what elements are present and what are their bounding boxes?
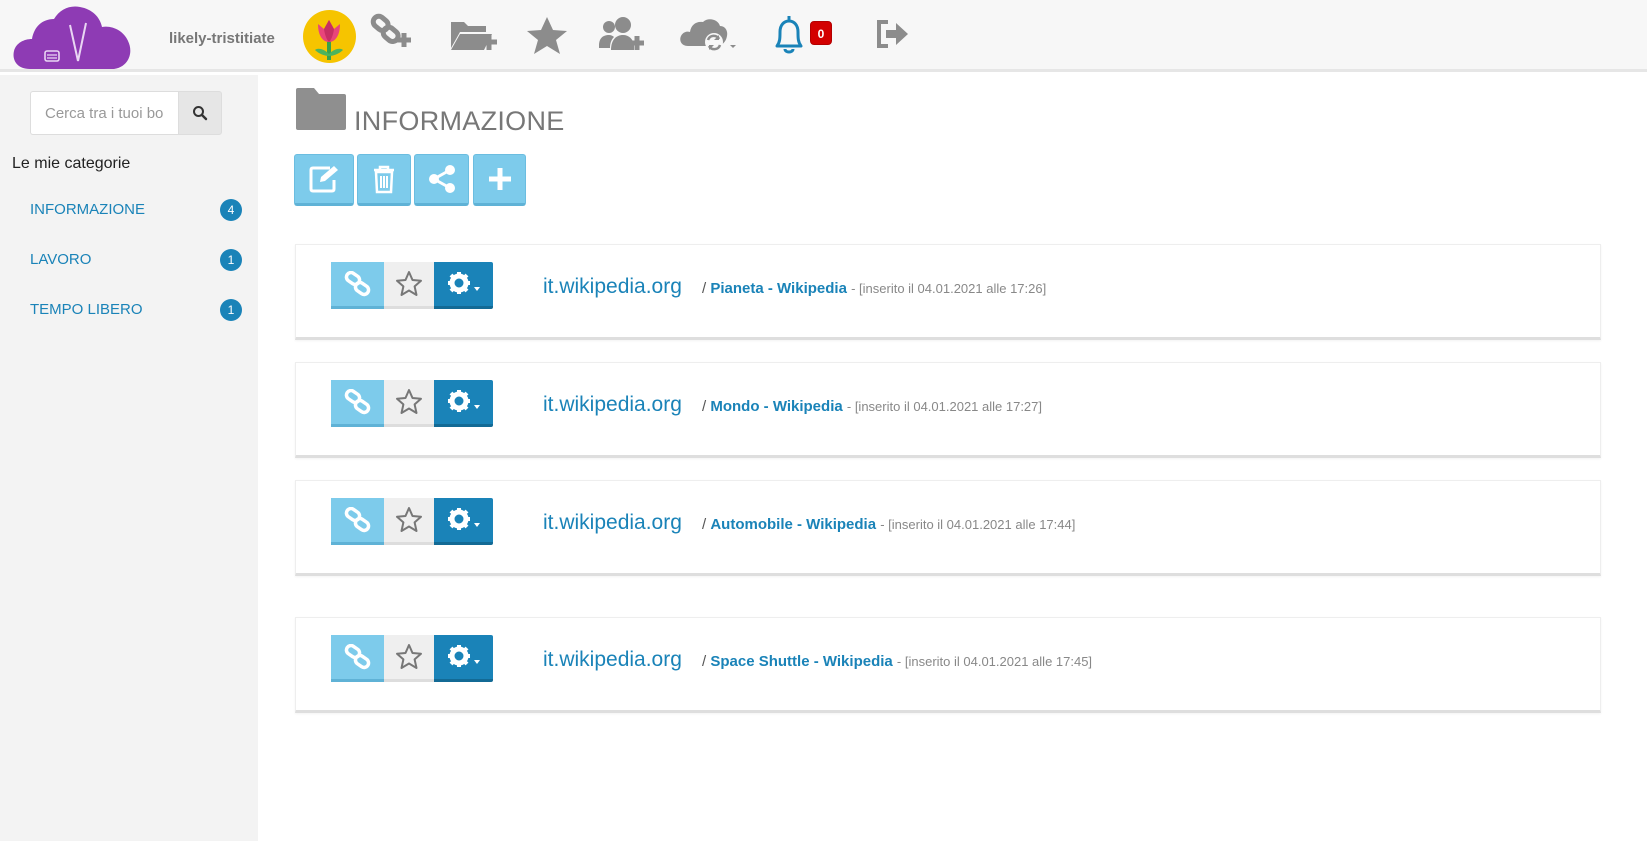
settings-dropdown-button[interactable]	[434, 262, 493, 309]
sidebar: Le mie categorie INFORMAZIONE 4 LAVORO 1…	[0, 75, 258, 841]
category-item-lavoro[interactable]: LAVORO 1	[30, 249, 242, 273]
star-outline-icon	[396, 389, 422, 414]
category-label[interactable]: TEMPO LIBERO	[30, 301, 143, 318]
bookmark-info: / Space Shuttle - Wikipedia - [inserito …	[702, 653, 1092, 670]
trash-icon	[374, 165, 394, 194]
bookmark-card: it.wikipedia.org / Pianeta - Wikipedia -…	[295, 244, 1601, 340]
bookmark-title-link[interactable]: Mondo - Wikipedia	[710, 398, 842, 415]
add-bookmark-button[interactable]	[473, 154, 526, 206]
bookmark-date: - [inserito il 04.01.2021 alle 17:45]	[896, 654, 1093, 669]
search-input[interactable]	[30, 91, 178, 135]
add-users-icon[interactable]	[597, 12, 647, 58]
category-count-badge: 1	[220, 249, 242, 271]
star-outline-icon	[396, 271, 422, 296]
bookmark-domain-link[interactable]: it.wikipedia.org	[543, 275, 682, 299]
bookmark-card: it.wikipedia.org / Mondo - Wikipedia - […	[295, 362, 1601, 458]
top-navbar: likely-tristitiate 0	[0, 0, 1647, 72]
bookmark-domain-link[interactable]: it.wikipedia.org	[543, 648, 682, 672]
open-link-button[interactable]	[331, 498, 384, 545]
bookmark-date: - [inserito il 04.01.2021 alle 17:27]	[846, 399, 1043, 414]
category-count-badge: 1	[220, 299, 242, 321]
link-icon	[344, 271, 370, 297]
bookmark-info: / Mondo - Wikipedia - [inserito il 04.01…	[702, 398, 1042, 415]
bookmark-title-link[interactable]: Automobile - Wikipedia	[710, 516, 876, 533]
edit-icon	[309, 166, 338, 193]
gear-icon	[447, 508, 480, 530]
category-count-badge: 4	[220, 199, 242, 221]
bookmark-card: it.wikipedia.org / Space Shuttle - Wikip…	[295, 617, 1601, 713]
bookmark-card: it.wikipedia.org / Automobile - Wikipedi…	[295, 480, 1601, 576]
delete-category-button[interactable]	[357, 154, 411, 206]
separator: /	[702, 280, 707, 297]
tulip-icon	[315, 20, 343, 60]
cloud-sync-icon[interactable]	[678, 12, 736, 58]
star-icon[interactable]	[522, 12, 572, 58]
link-icon	[344, 507, 370, 533]
bookmark-date: - [inserito il 04.01.2021 alle 17:44]	[880, 517, 1076, 532]
star-outline-icon	[396, 644, 422, 669]
bookmark-info: / Automobile - Wikipedia - [inserito il …	[702, 516, 1075, 533]
bookmark-date: - [inserito il 04.01.2021 alle 17:26]	[851, 281, 1047, 296]
category-label[interactable]: INFORMAZIONE	[30, 201, 145, 218]
notification-count-badge: 0	[810, 21, 832, 45]
folder-icon	[296, 88, 346, 130]
category-item-tempo-libero[interactable]: TEMPO LIBERO 1	[30, 299, 242, 323]
separator: /	[702, 398, 707, 415]
cloud-logo[interactable]	[12, 5, 134, 71]
bookmark-domain-link[interactable]: it.wikipedia.org	[543, 393, 682, 417]
share-icon	[428, 165, 455, 193]
settings-dropdown-button[interactable]	[434, 498, 493, 545]
logout-icon[interactable]	[874, 12, 914, 58]
category-item-informazione[interactable]: INFORMAZIONE 4	[30, 199, 242, 223]
favorite-button[interactable]	[384, 635, 434, 682]
settings-dropdown-button[interactable]	[434, 635, 493, 682]
link-icon	[344, 389, 370, 415]
search-button[interactable]	[178, 91, 222, 135]
search-icon	[193, 106, 208, 121]
open-link-button[interactable]	[331, 635, 384, 682]
bookmark-title-link[interactable]: Pianeta - Wikipedia	[710, 280, 847, 297]
gear-icon	[447, 272, 480, 294]
open-link-button[interactable]	[331, 262, 384, 309]
favorite-button[interactable]	[384, 380, 434, 427]
edit-category-button[interactable]	[294, 154, 354, 206]
category-label[interactable]: LAVORO	[30, 251, 91, 268]
page-title: INFORMAZIONE	[354, 106, 565, 136]
add-folder-icon[interactable]	[448, 12, 498, 58]
share-category-button[interactable]	[414, 154, 469, 206]
bookmark-info: / Pianeta - Wikipedia - [inserito il 04.…	[702, 280, 1046, 297]
gear-icon	[447, 390, 480, 412]
open-link-button[interactable]	[331, 380, 384, 427]
username[interactable]: likely-tristitiate	[169, 30, 275, 47]
user-avatar[interactable]	[303, 10, 356, 63]
bell-icon[interactable]	[769, 12, 809, 58]
separator: /	[702, 516, 707, 533]
plus-icon	[488, 168, 511, 190]
favorite-button[interactable]	[384, 262, 434, 309]
favorite-button[interactable]	[384, 498, 434, 545]
separator: /	[702, 653, 707, 670]
categories-heading: Le mie categorie	[12, 155, 131, 172]
bookmark-domain-link[interactable]: it.wikipedia.org	[543, 511, 682, 535]
search-box	[30, 91, 222, 135]
bookmark-title-link[interactable]: Space Shuttle - Wikipedia	[710, 653, 892, 670]
gear-icon	[447, 645, 480, 667]
star-outline-icon	[396, 507, 422, 532]
add-link-icon[interactable]	[367, 12, 417, 58]
link-icon	[344, 644, 370, 670]
settings-dropdown-button[interactable]	[434, 380, 493, 427]
